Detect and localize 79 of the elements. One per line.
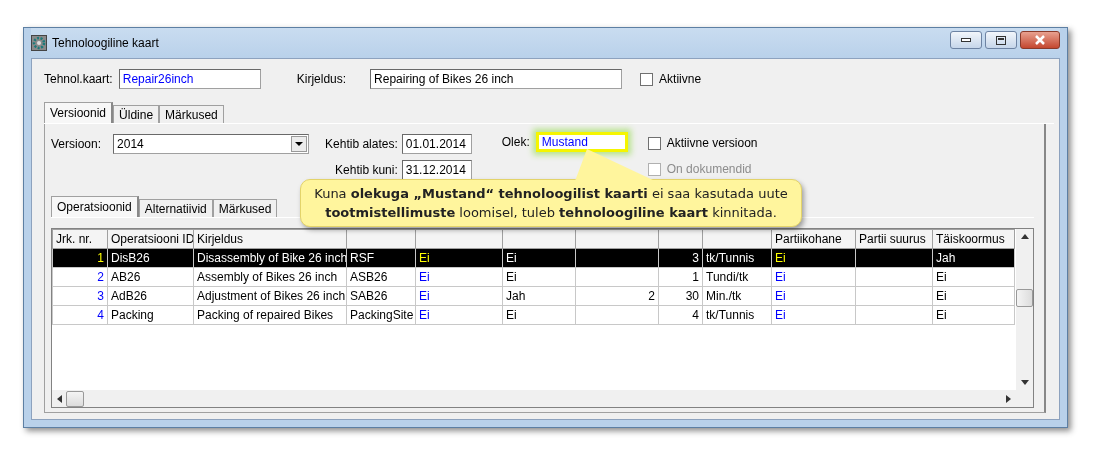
checkbox-label: On dokumendid xyxy=(666,162,752,176)
table-cell: 1 xyxy=(658,267,703,287)
text-field[interactable]: Repairing of Bikes 26 inch xyxy=(370,69,623,89)
vertical-scrollbar[interactable] xyxy=(1016,229,1033,390)
table-cell: Ei xyxy=(932,267,1015,287)
column-header[interactable]: Kirjeldus xyxy=(193,229,347,249)
left-arrow-icon xyxy=(57,394,62,403)
status-field[interactable]: Mustand xyxy=(535,132,628,152)
table-cell: PackingSite xyxy=(346,305,416,325)
minimize-icon xyxy=(961,38,971,42)
close-icon xyxy=(1034,35,1046,45)
table-cell: AB26 xyxy=(107,267,194,287)
column-header[interactable]: Partiikohane xyxy=(771,229,856,249)
table-cell: Tundi/tk xyxy=(702,267,772,287)
table-cell: Ei xyxy=(502,267,576,287)
table-cell: AdB26 xyxy=(107,286,194,306)
checkbox[interactable] xyxy=(640,72,654,86)
table-cell: Ei xyxy=(771,286,856,306)
table-cell: SAB26 xyxy=(346,286,416,306)
column-header[interactable]: Partii suurus xyxy=(855,229,933,249)
checkbox-label: Aktiivne versioon xyxy=(666,136,758,150)
window-title: Tehnoloogiline kaart xyxy=(52,36,159,50)
table-cell: 4 xyxy=(658,305,703,325)
right-arrow-icon xyxy=(1006,394,1011,403)
table-cell: Ei xyxy=(415,305,503,325)
table-cell: Ei xyxy=(932,305,1015,325)
table-cell: Min./tk xyxy=(702,286,772,306)
table-cell: Ei xyxy=(932,286,1015,306)
text-field[interactable]: Repair26inch xyxy=(118,69,261,89)
scroll-thumb[interactable] xyxy=(1016,289,1033,307)
table-row[interactable]: 2 AB26 Assembly of Bikes 26 inch ASB26 Ei Ei 1 Tundi/tk Ei Ei xyxy=(52,267,1015,287)
tab[interactable]: Alternatiivid xyxy=(138,199,213,217)
tab[interactable]: Versioonid xyxy=(44,102,114,123)
tab[interactable]: Üldine xyxy=(113,105,160,123)
tab[interactable]: Märkused xyxy=(212,199,278,217)
table-row[interactable]: 1 DisB26 Disassembly of Bike 26 inch RSF Ei Ei 3 tk/Tunnis Ei Jah xyxy=(52,248,1015,268)
table-cell: Assembly of Bikes 26 inch xyxy=(193,267,347,287)
column-header[interactable]: Täiskoormus xyxy=(932,229,1015,249)
field-label: Kehtib kuni: xyxy=(335,163,398,177)
horizontal-scrollbar[interactable] xyxy=(52,390,1016,407)
dropdown[interactable]: 2014 xyxy=(113,134,310,154)
table-cell: ASB26 xyxy=(346,267,416,287)
table-cell: 2 xyxy=(575,286,659,306)
checkbox[interactable] xyxy=(647,136,661,150)
table-cell: 4 xyxy=(52,305,108,325)
minimize-button[interactable] xyxy=(950,31,982,49)
up-arrow-icon xyxy=(1020,234,1029,239)
date-field[interactable]: 31.12.2014 xyxy=(401,160,472,180)
table-cell: Ei xyxy=(415,286,503,306)
table-cell: Adjustment of Bikes 26 inch xyxy=(193,286,347,306)
table-cell: Ei xyxy=(771,267,856,287)
field-label: Kirjeldus: xyxy=(296,72,347,86)
table-cell: Ei xyxy=(415,267,503,287)
table-cell: 30 xyxy=(658,286,703,306)
date-field[interactable]: 01.01.2014 xyxy=(401,134,472,154)
down-arrow-icon xyxy=(1020,380,1029,385)
tab[interactable]: Operatsioonid xyxy=(51,196,139,217)
field-label: Versioon: xyxy=(51,137,102,151)
table-cell: Jah xyxy=(502,286,576,306)
maximize-button[interactable] xyxy=(985,31,1017,49)
table-row[interactable]: 3 AdB26 Adjustment of Bikes 26 inch SAB26 Ei Jah 2 30 Min./tk Ei Ei xyxy=(52,286,1015,306)
maximize-icon xyxy=(996,35,1006,45)
field-label: Tehnol.kaart: xyxy=(44,72,113,86)
table-cell: Ei xyxy=(502,305,576,325)
table-cell: Ei xyxy=(771,305,856,325)
close-button[interactable] xyxy=(1020,31,1060,49)
field-label: Olek: xyxy=(501,135,530,149)
field-label: Kehtib alates: xyxy=(325,137,398,151)
table-cell: tk/Tunnis xyxy=(702,305,772,325)
table-cell: 2 xyxy=(52,267,108,287)
scroll-thumb[interactable] xyxy=(66,390,84,407)
tab[interactable]: Märkused xyxy=(159,105,224,123)
table-cell: Packing of repaired Bikes xyxy=(193,305,347,325)
table-row[interactable]: 4 Packing Packing of repaired Bikes PackingSite Ei Ei 4 tk/Tunnis Ei Ei xyxy=(52,305,1015,325)
column-header[interactable]: Jrk. nr. xyxy=(52,229,108,249)
table-cell: 3 xyxy=(52,286,108,306)
gear-icon xyxy=(31,35,47,51)
checkbox-label: Aktiivne xyxy=(659,72,702,86)
table-cell: Packing xyxy=(107,305,194,325)
